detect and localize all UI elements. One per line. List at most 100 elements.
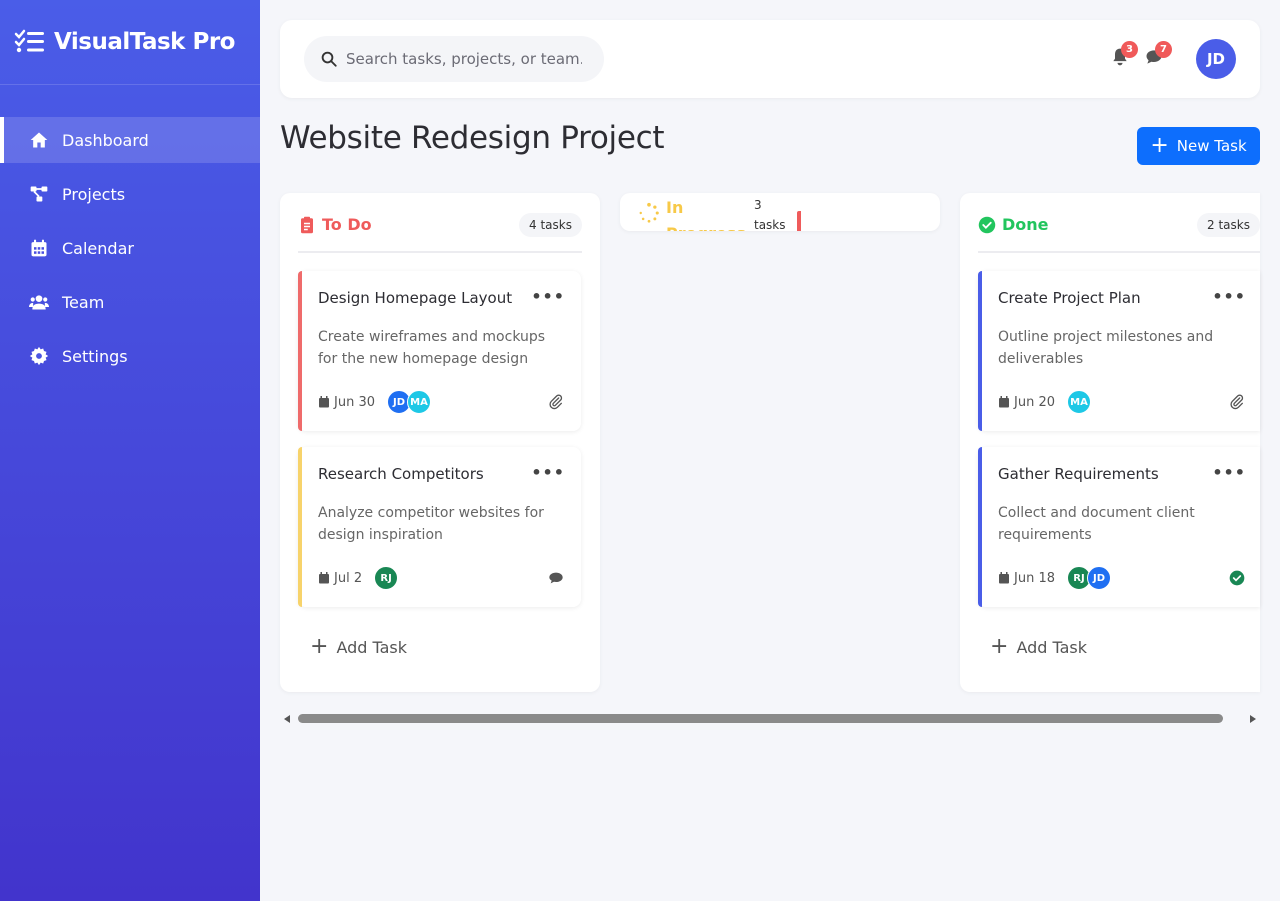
sidebar-item-label: Calendar — [62, 238, 134, 258]
add-task-label: Add Task — [1016, 637, 1088, 657]
task-description: Outline project milestones and deliverab… — [998, 329, 1214, 367]
check-circle-icon — [1228, 569, 1246, 587]
scroll-left-arrow[interactable] — [284, 715, 290, 723]
gear-icon — [28, 345, 50, 367]
sidebar-item-projects[interactable]: Projects — [0, 171, 260, 217]
task-card[interactable]: Gather Requirements ••• Collect and docu… — [978, 447, 1260, 607]
sidebar-item-label: Projects — [62, 184, 126, 204]
sidebar-item-label: Dashboard — [62, 130, 149, 150]
column-in-progress: In Progress 3 tasks — [620, 193, 940, 231]
due-date-text: Jun 20 — [1014, 394, 1055, 410]
due-date: Jun 30 — [318, 395, 375, 410]
search-icon — [321, 51, 337, 67]
sidebar-nav: Dashboard Projects Calendar Team Setting… — [0, 117, 260, 379]
home-icon — [28, 129, 50, 151]
assignee-avatar[interactable]: MA — [1067, 390, 1091, 414]
column-title: In Progress — [638, 195, 746, 231]
sidebar-item-dashboard[interactable]: Dashboard — [0, 117, 260, 163]
calendar-icon — [999, 572, 1009, 584]
task-footer: Jun 18 RJ JD — [998, 565, 1246, 591]
column-header: To Do 4 tasks — [298, 213, 582, 253]
task-footer: Jun 20 MA — [998, 389, 1246, 415]
scrollbar-thumb[interactable] — [298, 714, 1223, 723]
due-date: Jul 2 — [318, 571, 362, 586]
column-title: To Do — [298, 215, 372, 234]
brand[interactable]: VisualTask Pro — [0, 0, 260, 85]
task-footer: Jul 2 RJ — [318, 565, 565, 591]
priority-stripe — [978, 447, 982, 607]
task-title: Gather Requirements — [998, 465, 1159, 483]
notifications-button[interactable]: 3 — [1110, 41, 1138, 69]
task-description: Collect and document client requirements — [998, 505, 1195, 543]
new-task-label: New Task — [1176, 137, 1247, 155]
sidebar-item-settings[interactable]: Settings — [0, 333, 260, 379]
task-card[interactable]: Create Project Plan ••• Outline project … — [978, 271, 1260, 431]
messages-button[interactable]: 7 — [1144, 41, 1172, 69]
app-title: VisualTask Pro — [54, 29, 236, 55]
due-date-text: Jun 30 — [334, 394, 375, 410]
due-date: Jun 20 — [998, 395, 1055, 410]
clipboard-list-icon — [301, 216, 313, 233]
sidebar-item-calendar[interactable]: Calendar — [0, 225, 260, 271]
comment-icon[interactable] — [547, 569, 565, 587]
task-description: Create wireframes and mockups for the ne… — [318, 329, 546, 367]
card-stripe-peek — [797, 211, 801, 231]
assignee-avatar[interactable]: MA — [407, 390, 431, 414]
calendar-icon — [999, 396, 1009, 408]
priority-stripe — [298, 447, 302, 607]
column-title-text: Done — [1002, 215, 1049, 234]
paperclip-icon[interactable] — [547, 393, 565, 411]
task-count-badge: 3 tasks — [754, 198, 786, 231]
task-card[interactable]: Design Homepage Layout ••• Create wirefr… — [298, 271, 581, 431]
task-title: Design Homepage Layout — [318, 289, 513, 307]
more-options-icon[interactable]: ••• — [1212, 287, 1246, 306]
column-title: Done — [978, 215, 1049, 234]
add-task-button[interactable]: + Add Task — [990, 636, 1087, 658]
priority-stripe — [978, 271, 982, 431]
more-options-icon[interactable]: ••• — [531, 287, 565, 306]
plus-icon: + — [310, 634, 329, 659]
task-title: Research Competitors — [318, 465, 484, 483]
users-icon — [28, 291, 50, 313]
sidebar-item-label: Settings — [62, 346, 128, 366]
sidebar-item-team[interactable]: Team — [0, 279, 260, 325]
project-diagram-icon — [28, 183, 50, 205]
board-scrollbar[interactable] — [280, 711, 1260, 727]
paperclip-icon[interactable] — [1228, 393, 1246, 411]
task-footer: Jun 30 JD MA — [318, 389, 565, 415]
top-bar: 3 7 JD — [280, 20, 1260, 98]
new-task-button[interactable]: + New Task — [1137, 127, 1260, 165]
task-description: Analyze competitor websites for design i… — [318, 505, 544, 543]
assignees: MA — [1067, 390, 1091, 414]
task-list-icon — [14, 29, 44, 53]
check-circle-icon — [978, 216, 996, 233]
column-done: Done 2 tasks Create Project Plan ••• Out… — [960, 193, 1260, 692]
assignee-avatar[interactable]: JD — [1087, 566, 1111, 590]
column-title-text: In Progress — [666, 198, 746, 231]
more-options-icon[interactable]: ••• — [531, 463, 565, 482]
notifications-badge: 3 — [1121, 41, 1138, 58]
task-card[interactable]: Research Competitors ••• Analyze competi… — [298, 447, 581, 607]
due-date-text: Jun 18 — [1014, 570, 1055, 586]
sidebar: VisualTask Pro Dashboard Projects Calend… — [0, 0, 260, 901]
add-task-label: Add Task — [336, 637, 408, 657]
column-todo: To Do 4 tasks Design Homepage Layout •••… — [280, 193, 600, 692]
assignees: JD MA — [387, 390, 431, 414]
add-task-button[interactable]: + Add Task — [310, 636, 407, 658]
page-title: Website Redesign Project — [280, 120, 665, 156]
column-header: Done 2 tasks — [978, 213, 1260, 253]
assignee-avatar[interactable]: RJ — [374, 566, 399, 590]
plus-icon: + — [1150, 133, 1169, 158]
assignees: RJ JD — [1067, 566, 1111, 590]
due-date: Jun 18 — [998, 571, 1055, 586]
scroll-right-arrow[interactable] — [1250, 715, 1256, 723]
search-input[interactable] — [346, 50, 582, 68]
messages-badge: 7 — [1155, 41, 1172, 58]
spinner-icon — [639, 202, 659, 223]
user-avatar[interactable]: JD — [1196, 39, 1236, 79]
more-options-icon[interactable]: ••• — [1212, 463, 1246, 482]
sidebar-item-label: Team — [62, 292, 105, 312]
task-count-badge: 2 tasks — [1197, 213, 1260, 237]
search-box[interactable] — [304, 36, 604, 82]
priority-stripe — [298, 271, 302, 431]
